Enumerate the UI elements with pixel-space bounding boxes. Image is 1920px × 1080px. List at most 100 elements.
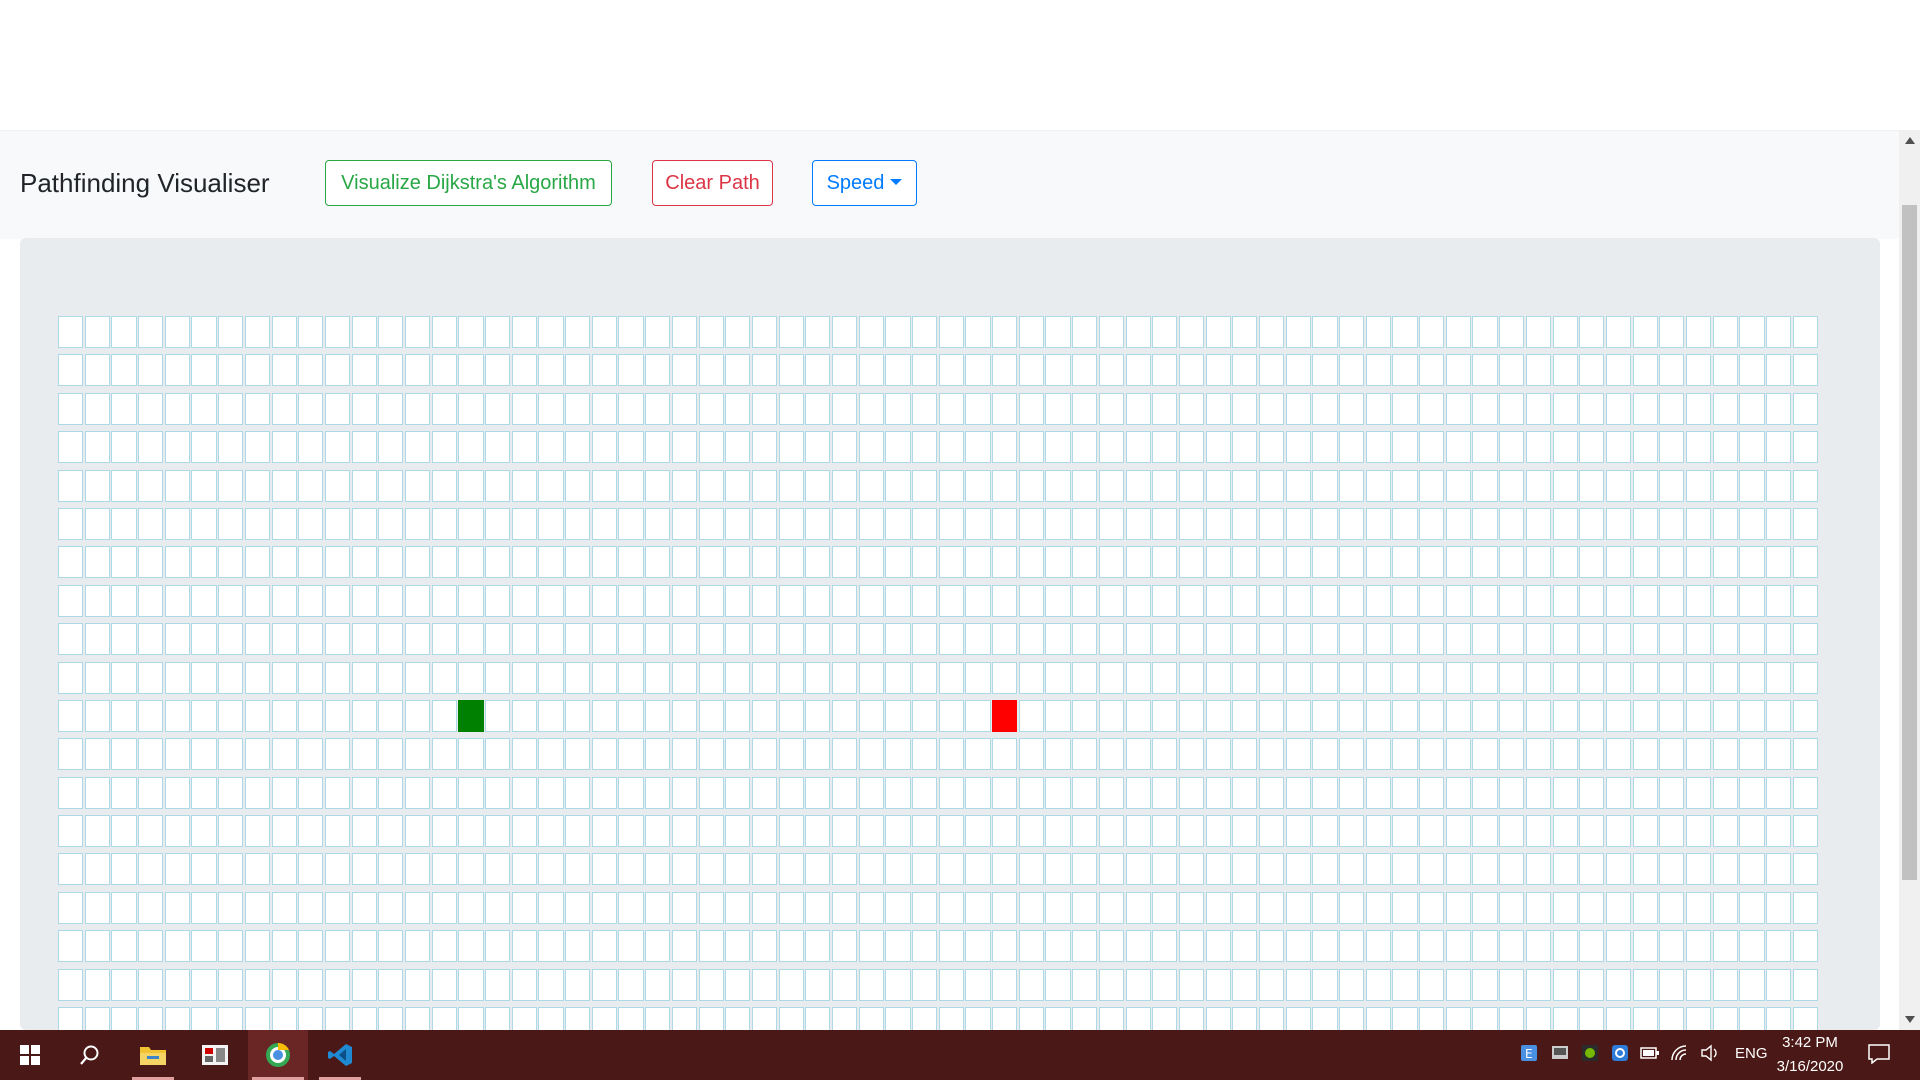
grid-cell[interactable] [298,891,324,924]
grid-cell[interactable] [164,776,190,809]
grid-cell[interactable] [485,699,511,732]
grid-cell[interactable] [431,584,457,617]
grid-cell[interactable] [1285,507,1311,540]
grid-cell[interactable] [138,546,164,579]
grid-cell[interactable] [1125,354,1151,387]
grid-cell[interactable] [671,968,697,1001]
grid-cell[interactable] [1178,431,1205,464]
grid-cell[interactable] [565,853,591,886]
grid-cell[interactable] [1392,469,1418,502]
grid-cell[interactable] [191,354,217,387]
grid-cell[interactable] [538,699,564,732]
grid-cell[interactable] [805,354,831,387]
grid-cell[interactable] [1659,661,1685,694]
grid-cell[interactable] [404,546,431,579]
grid-cell[interactable] [858,891,884,924]
grid-cell[interactable] [1312,661,1338,694]
grid-cell[interactable] [1792,584,1818,617]
grid-cell[interactable] [751,853,778,886]
grid-cell[interactable] [378,584,404,617]
grid-cell[interactable] [778,699,804,732]
grid-cell[interactable] [271,354,297,387]
grid-cell[interactable] [1419,392,1445,425]
grid-cell[interactable] [244,392,270,425]
grid-cell[interactable] [1605,623,1632,656]
grid-cell[interactable] [1525,776,1551,809]
grid-cell[interactable] [271,431,297,464]
grid-cell[interactable] [1766,469,1792,502]
grid-cell[interactable] [671,392,697,425]
grid-cell[interactable] [1685,661,1712,694]
grid-cell[interactable] [1472,316,1498,348]
grid-cell[interactable] [1632,316,1658,348]
grid-cell[interactable] [1152,392,1178,425]
grid-cell[interactable] [1472,776,1498,809]
grid-cell[interactable] [1739,815,1765,848]
grid-cell[interactable] [84,738,110,771]
grid-cell[interactable] [938,738,964,771]
grid-cell[interactable] [1605,930,1632,963]
grid-cell[interactable] [751,546,778,579]
grid-cell[interactable] [1552,431,1578,464]
grid-cell[interactable] [645,661,671,694]
grid-cell[interactable] [164,815,190,848]
grid-cell[interactable] [912,354,938,387]
grid-cell[interactable] [858,431,884,464]
grid-cell[interactable] [645,507,671,540]
grid-cell[interactable] [565,469,591,502]
grid-cell[interactable] [138,316,164,348]
grid-cell[interactable] [1258,469,1285,502]
grid-cell[interactable] [1525,699,1551,732]
grid-cell[interactable] [1365,968,1391,1001]
grid-cell[interactable] [1045,930,1071,963]
grid-cell[interactable] [1072,776,1098,809]
grid-cell[interactable] [84,815,110,848]
grid-cell[interactable] [511,431,537,464]
grid-cell[interactable] [1178,584,1205,617]
grid-cell[interactable] [805,738,831,771]
grid-cell[interactable] [698,738,724,771]
grid-cell[interactable] [805,776,831,809]
grid-cell[interactable] [858,699,884,732]
grid-cell[interactable] [1685,584,1712,617]
grid-cell[interactable] [1552,891,1578,924]
grid-cell[interactable] [271,853,297,886]
grid-cell[interactable] [1579,738,1605,771]
grid-cell[interactable] [912,469,938,502]
grid-cell[interactable] [1365,354,1391,387]
grid-cell[interactable] [138,853,164,886]
grid-cell[interactable] [885,699,911,732]
grid-cell[interactable] [1125,968,1151,1001]
grid-cell[interactable] [1045,584,1071,617]
grid-cell[interactable] [538,584,564,617]
grid-cell[interactable] [1152,546,1178,579]
grid-cell[interactable] [138,891,164,924]
grid-cell[interactable] [912,316,938,348]
grid-cell[interactable] [1659,968,1685,1001]
grid-cell[interactable] [485,584,511,617]
grid-cell[interactable] [1499,623,1525,656]
grid-cell[interactable] [1605,507,1632,540]
grid-cell[interactable] [1685,316,1712,348]
grid-cell[interactable] [511,392,537,425]
grid-cell[interactable] [1365,623,1391,656]
grid-cell[interactable] [885,431,911,464]
grid-cell[interactable] [1258,507,1285,540]
grid-cell[interactable] [324,891,351,924]
grid-cell[interactable] [1605,738,1632,771]
grid-cell[interactable] [164,738,190,771]
grid-cell[interactable] [404,316,431,348]
grid-cell[interactable] [538,968,564,1001]
grid-cell[interactable] [378,776,404,809]
grid-cell[interactable] [751,392,778,425]
grid-cell[interactable] [805,853,831,886]
grid-cell[interactable] [351,507,377,540]
grid-cell[interactable] [805,699,831,732]
grid-cell[interactable] [1018,623,1044,656]
grid-cell[interactable] [511,699,537,732]
grid-cell[interactable] [938,623,964,656]
grid-cell[interactable] [1445,968,1471,1001]
grid-cell[interactable] [324,853,351,886]
grid-cell[interactable] [1445,738,1471,771]
grid-cell[interactable] [1632,815,1658,848]
